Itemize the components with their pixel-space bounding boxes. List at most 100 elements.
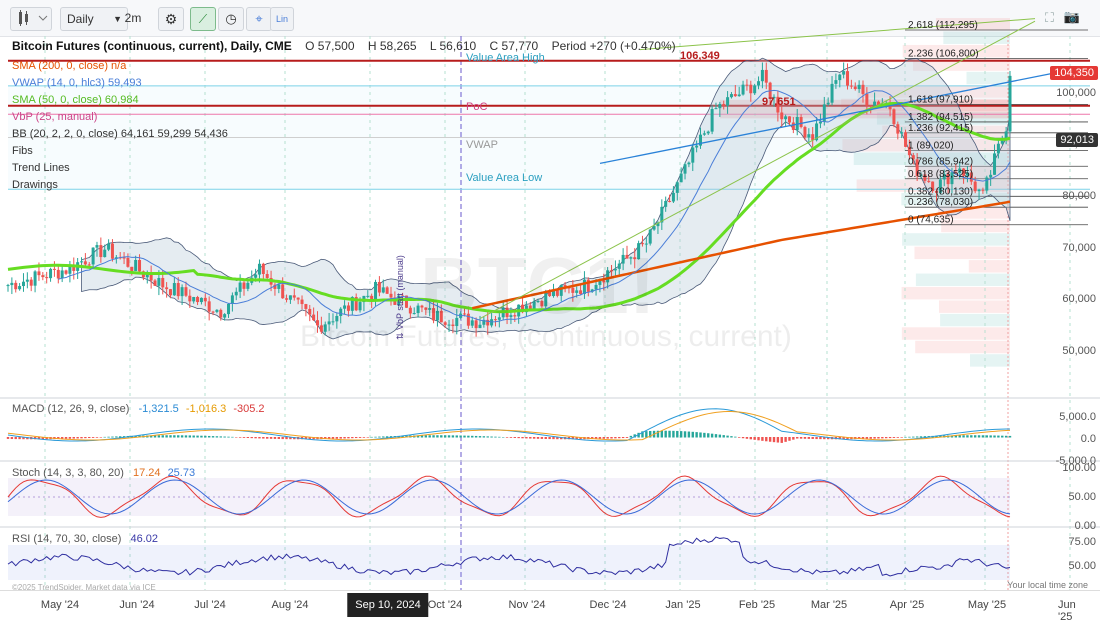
macd-histogram-bar <box>977 435 981 438</box>
candle-body <box>977 189 981 192</box>
bb-legend[interactable]: BB (20, 2, 2, 0, close) 64,161 59,299 54… <box>12 126 676 143</box>
candle-body <box>346 305 350 311</box>
macd-histogram-bar <box>710 433 714 438</box>
candle-body <box>138 259 142 272</box>
candle-body <box>103 249 107 258</box>
candle-body <box>973 181 977 192</box>
candle-body <box>33 271 37 286</box>
vbp-bar <box>968 260 1010 273</box>
vbp-bar <box>915 273 1010 286</box>
macd-label[interactable]: MACD (12, 26, 9, close) -1,321.5 -1,016.… <box>12 403 265 415</box>
macd-histogram-bar <box>540 437 544 439</box>
macd-histogram-bar <box>382 436 385 438</box>
candle-body <box>238 282 242 292</box>
macd-histogram-bar <box>807 437 811 439</box>
candle-body <box>729 94 733 98</box>
candle-body <box>849 85 853 87</box>
candle-body <box>300 299 304 305</box>
rsi-label[interactable]: RSI (14, 70, 30, close) 46.02 <box>12 533 158 545</box>
candle-body <box>370 295 374 300</box>
macd-histogram-bar <box>784 437 787 442</box>
macd-histogram-bar <box>76 437 79 439</box>
macd-histogram-bar <box>362 437 366 438</box>
candle-body <box>671 192 675 202</box>
macd-histogram-bar <box>915 436 919 438</box>
candle-body <box>861 84 865 94</box>
candle-body <box>122 257 126 259</box>
candle-body <box>292 295 296 298</box>
macd-histogram-bar <box>888 437 892 439</box>
macd-histogram-bar <box>72 437 75 439</box>
vbp-bar <box>940 313 1010 327</box>
macd-histogram-bar <box>908 436 911 438</box>
macd-histogram-bar <box>645 431 648 438</box>
macd-histogram-bar <box>598 437 602 439</box>
macd-histogram-bar <box>335 437 339 439</box>
macd-histogram-bar <box>10 437 14 440</box>
fibs-legend[interactable]: Fibs <box>12 143 676 160</box>
macd-histogram-bar <box>668 430 671 438</box>
candle-body <box>904 132 908 147</box>
macd-histogram-bar <box>973 435 977 438</box>
sma50-legend[interactable]: SMA (50, 0, close) 60,984 <box>12 92 676 109</box>
drawings-legend[interactable]: Drawings <box>12 177 676 194</box>
macd-histogram-bar <box>231 436 234 438</box>
trendlines-legend[interactable]: Trend Lines <box>12 160 676 177</box>
macd-histogram-bar <box>532 437 536 439</box>
macd-histogram-bar <box>370 436 373 438</box>
fib-label: 0.382 (80,130) <box>908 186 973 197</box>
macd-histogram-bar <box>695 432 698 438</box>
macd-histogram-bar <box>494 436 497 438</box>
vwap-price-tag: 92,013 <box>1056 133 1098 147</box>
macd-histogram-bar <box>776 437 780 443</box>
candle-body <box>14 282 18 290</box>
candle-body <box>60 270 64 279</box>
vwap-legend[interactable]: VWAP (14, 0, hlc3) 59,493 <box>12 75 676 92</box>
time-axis-label: Jun '24 <box>119 599 155 611</box>
time-axis-label: Mar '25 <box>810 599 848 611</box>
macd-histogram-bar <box>88 437 91 439</box>
macd-histogram-bar <box>266 437 269 439</box>
candle-body <box>993 153 997 175</box>
period-value: Period +270 (+0.470%) <box>551 39 676 53</box>
candle-body <box>900 132 904 134</box>
vbp-bar <box>943 31 1010 44</box>
stoch-label[interactable]: Stoch (14, 3, 3, 80, 20) 17.24 25.73 <box>12 467 195 479</box>
macd-histogram-bar <box>676 430 679 438</box>
candle-body <box>227 303 231 315</box>
macd-histogram-bar <box>490 436 493 438</box>
candle-body <box>896 124 900 134</box>
rsi-tick-2: 50.00 <box>1068 560 1096 572</box>
candle-body <box>695 145 699 148</box>
macd-histogram-bar <box>707 433 710 438</box>
vbp-bar <box>901 286 1010 300</box>
macd-histogram-bar <box>745 437 749 439</box>
macd-histogram-bar <box>629 435 633 438</box>
time-axis-label: Jan '25 <box>665 599 701 611</box>
macd-histogram-bar <box>803 437 807 439</box>
candle-body <box>865 93 869 106</box>
macd-histogram-bar <box>788 437 791 441</box>
macd-value: -1,321.5 <box>138 403 179 415</box>
symbol-title: Bitcoin Futures (continuous, current), D… <box>12 38 676 55</box>
macd-histogram-bar <box>107 436 110 438</box>
macd-histogram-bar <box>262 437 265 439</box>
candle-body <box>652 226 656 230</box>
candle-body <box>374 281 378 300</box>
sma200-legend[interactable]: SMA (200, 0, close) n/a <box>12 58 676 75</box>
close-value: C 57,770 <box>489 39 539 53</box>
time-axis-label: May '24 <box>40 599 80 611</box>
candle-body <box>873 101 877 106</box>
candle-body <box>52 268 56 270</box>
candle-body <box>91 247 95 265</box>
vbp-bar <box>915 340 1010 354</box>
mid-price-label: 97,651 <box>762 96 796 108</box>
candle-body <box>184 287 188 296</box>
vbp-legend[interactable]: VbP (25, manual) <box>12 109 676 126</box>
candle-body <box>230 295 234 304</box>
macd-histogram-bar <box>544 437 547 439</box>
timezone-note[interactable]: Your local time zone <box>1007 580 1088 590</box>
macd-histogram-bar <box>614 437 617 439</box>
candle-body <box>153 280 157 286</box>
candle-body <box>296 297 300 300</box>
